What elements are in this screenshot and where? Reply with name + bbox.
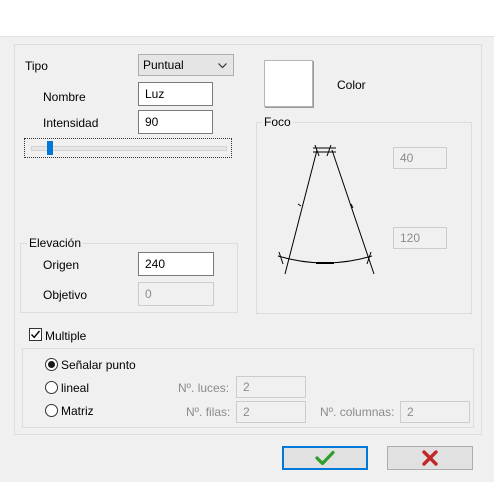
radio-matriz[interactable] bbox=[45, 404, 58, 417]
luces-label: Nº. luces: bbox=[178, 381, 230, 395]
ok-button[interactable] bbox=[282, 446, 368, 470]
multiple-label: Multiple bbox=[45, 329, 87, 343]
origen-label: Origen bbox=[43, 258, 80, 272]
spotlight-cone-diagram bbox=[277, 144, 375, 275]
checkmark-icon bbox=[31, 330, 40, 339]
intensidad-field[interactable]: 90 bbox=[138, 110, 213, 134]
title-bar bbox=[0, 0, 494, 37]
tipo-select[interactable]: Puntual bbox=[138, 54, 234, 76]
nombre-field[interactable]: Luz bbox=[138, 82, 213, 106]
slider-track bbox=[31, 146, 227, 151]
senalar-punto-label: Señalar punto bbox=[61, 358, 136, 372]
radio-selected-dot bbox=[48, 361, 55, 368]
columnas-field[interactable]: 2 bbox=[400, 401, 470, 423]
radio-lineal[interactable] bbox=[45, 381, 58, 394]
elevacion-label: Elevación bbox=[27, 236, 84, 250]
close-icon bbox=[422, 450, 438, 466]
matriz-label: Matriz bbox=[61, 404, 94, 418]
luces-field[interactable]: 2 bbox=[236, 376, 306, 398]
tipo-label: Tipo bbox=[25, 59, 48, 73]
foco-label: Foco bbox=[262, 115, 293, 129]
intensidad-label: Intensidad bbox=[43, 116, 99, 130]
multiple-checkbox[interactable] bbox=[29, 328, 42, 341]
color-label: Color bbox=[337, 78, 366, 92]
cancel-button[interactable] bbox=[387, 446, 473, 470]
slider-thumb[interactable] bbox=[47, 141, 53, 155]
foco-angle-bottom-field[interactable]: 120 bbox=[393, 227, 447, 249]
filas-field[interactable]: 2 bbox=[236, 401, 306, 423]
tipo-select-value: Puntual bbox=[143, 58, 184, 72]
nombre-label: Nombre bbox=[43, 90, 86, 104]
lineal-label: lineal bbox=[61, 381, 90, 395]
origen-field[interactable]: 240 bbox=[138, 252, 214, 276]
checkmark-icon bbox=[315, 450, 335, 466]
intensidad-slider[interactable] bbox=[24, 138, 232, 158]
objetivo-field[interactable]: 0 bbox=[138, 282, 214, 306]
foco-angle-top-field[interactable]: 40 bbox=[393, 147, 447, 169]
chevron-down-icon bbox=[218, 63, 227, 69]
filas-label: Nº. filas: bbox=[186, 405, 231, 419]
color-swatch-button[interactable] bbox=[264, 60, 313, 107]
radio-senalar-punto[interactable] bbox=[45, 358, 58, 371]
objetivo-label: Objetivo bbox=[43, 288, 88, 302]
columnas-label: Nº. columnas: bbox=[320, 405, 395, 419]
